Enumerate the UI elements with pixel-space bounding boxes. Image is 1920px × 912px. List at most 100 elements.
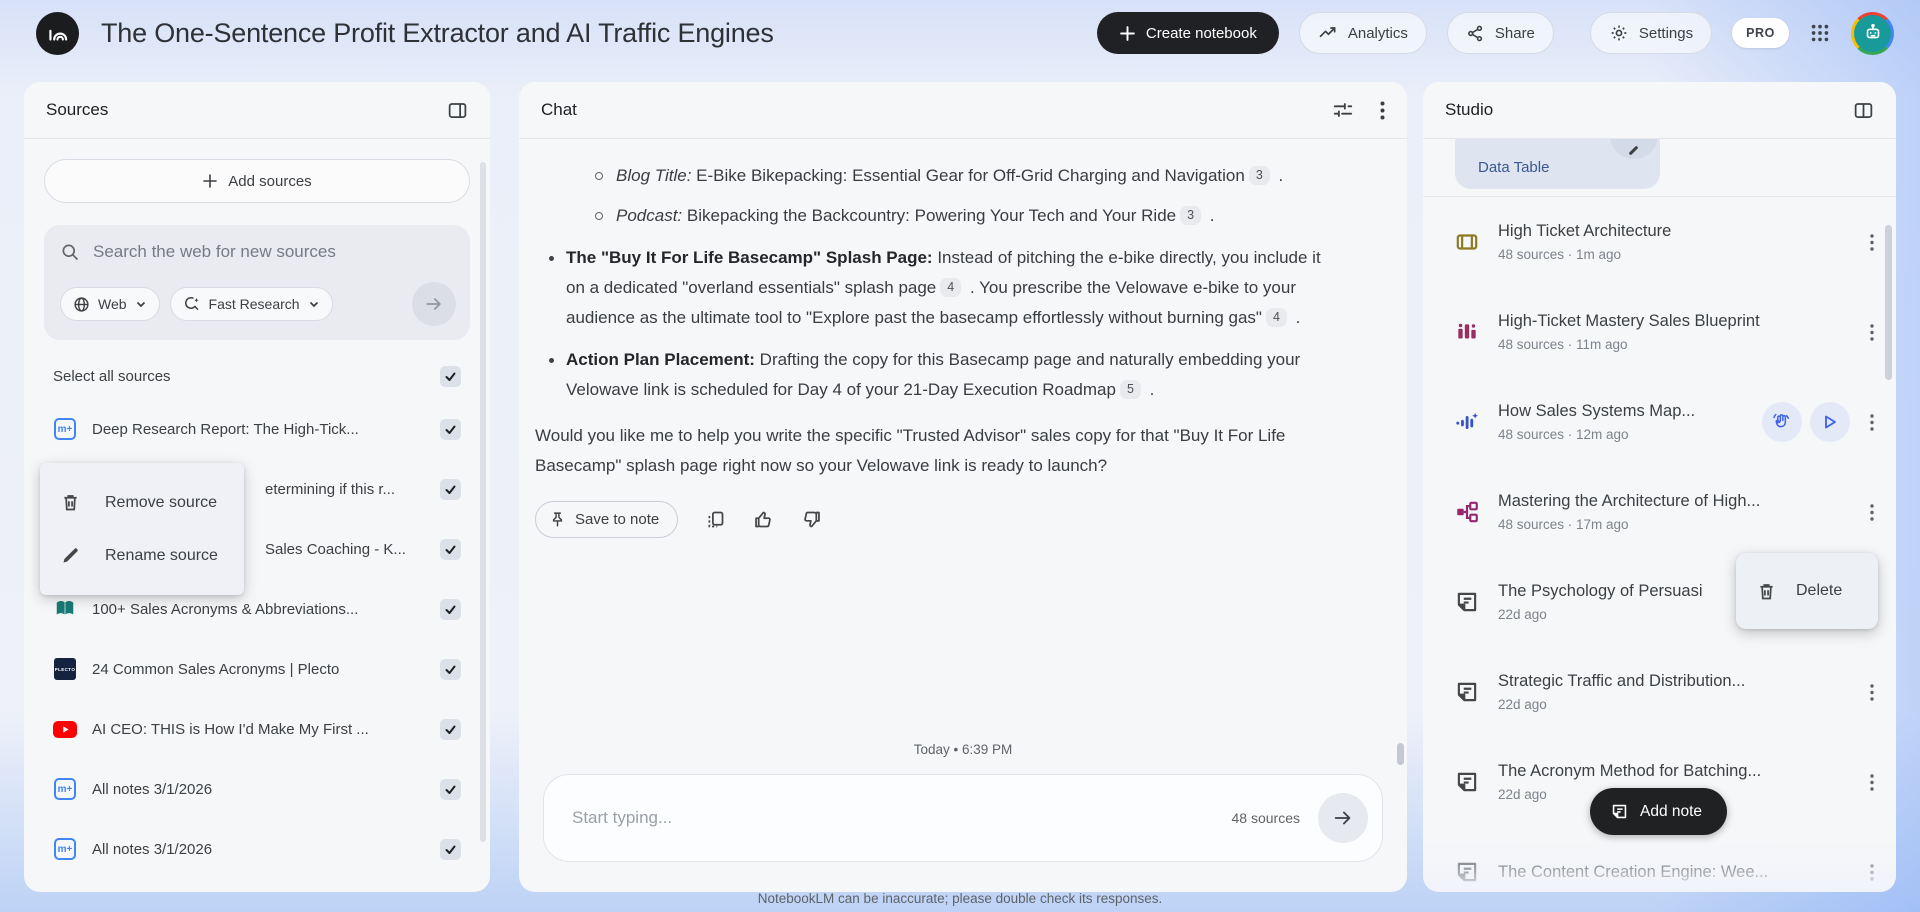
citation-chip[interactable]: 3 [1248,166,1270,185]
item-more-menu-icon[interactable] [1870,413,1874,431]
search-submit-button[interactable] [412,282,456,326]
flashcards-icon [1453,229,1481,255]
citation-chip[interactable]: 5 [1119,380,1141,399]
item-more-menu-icon[interactable] [1870,233,1874,251]
item-more-menu-icon[interactable] [1870,773,1874,791]
plecto-favicon-icon: PLECTO [53,657,77,681]
thumbs-down-icon[interactable] [801,509,822,530]
report-bars-icon [1453,319,1481,345]
item-more-menu-icon[interactable] [1870,863,1874,881]
notebooklm-logo-icon[interactable] [36,11,79,55]
notebook-title[interactable]: The One-Sentence Profit Extractor and AI… [101,18,774,49]
source-checkbox[interactable] [440,538,461,560]
studio-item[interactable]: The Content Creation Engine: Wee... [1423,827,1896,892]
collapse-panel-icon[interactable] [447,100,468,121]
note-icon [1453,769,1481,795]
chat-bullet: Action Plan Placement: Drafting the copy… [549,345,1347,405]
plus-icon [202,173,218,189]
trash-icon [60,492,81,513]
citation-chip[interactable]: 4 [1265,308,1287,327]
chat-message-area: Blog Title: E-Bike Bikepacking: Essentia… [519,139,1407,538]
source-row[interactable]: m+ All notes 3/1/2026 [44,819,470,879]
gear-icon [1609,23,1629,43]
web-search-box: Search the web for new sources Web Fast … [44,225,470,340]
sources-panel: Sources Add sources Search the web for n… [24,82,490,892]
search-input[interactable]: Search the web for new sources [93,242,336,262]
source-row[interactable]: m+ All notes 3/1/2026 [44,759,470,819]
chat-input[interactable]: Start typing... [572,808,1232,828]
studio-panel-title: Studio [1445,100,1494,119]
save-to-note-button[interactable]: Save to note [535,501,679,538]
thumbs-up-icon[interactable] [753,509,774,530]
send-button[interactable] [1318,793,1368,843]
chat-input-box[interactable]: Start typing... 48 sources [543,774,1383,862]
chat-scrollbar[interactable] [1397,743,1404,765]
source-checkbox[interactable] [440,658,461,680]
youtube-icon [53,717,77,741]
select-all-label: Select all sources [53,368,171,385]
select-all-checkbox[interactable] [440,366,461,387]
remove-source-menu-item[interactable]: Remove source [40,476,244,529]
chat-date-divider: Today • 6:39 PM [913,742,1013,757]
mindmap-icon [1453,499,1481,525]
delete-menu-item[interactable]: Delete [1736,553,1878,629]
source-row[interactable]: m+ Deep Research Report: The High-Tick..… [44,399,470,459]
chevron-down-icon [308,298,320,310]
note-source-icon: m+ [53,777,77,801]
research-mode-dropdown[interactable]: Fast Research [169,287,333,321]
share-icon [1466,24,1485,43]
add-sources-button[interactable]: Add sources [44,159,470,203]
play-button[interactable] [1810,402,1850,442]
source-row[interactable]: AI CEO: THIS is How I'd Make My First ..… [44,699,470,759]
share-button[interactable]: Share [1446,12,1554,54]
create-notebook-button[interactable]: Create notebook [1096,12,1279,54]
source-checkbox[interactable] [440,418,461,440]
studio-item[interactable]: How Sales Systems Map... 48 sources · 12m… [1423,377,1896,467]
source-row[interactable]: PLECTO 24 Common Sales Acronyms | Plecto [44,639,470,699]
plus-icon [1119,25,1136,42]
hollow-bullet-icon [595,212,603,220]
source-context-menu: Remove source Rename source [40,463,244,595]
note-source-icon: m+ [53,837,77,861]
search-icon [60,242,80,262]
item-more-menu-icon[interactable] [1870,323,1874,341]
web-filter-dropdown[interactable]: Web [60,287,160,321]
source-checkbox[interactable] [440,838,461,860]
hollow-bullet-icon [595,172,603,180]
pencil-icon [60,545,81,566]
trash-icon [1756,581,1777,602]
apps-grid-icon[interactable] [1809,22,1831,44]
trending-up-icon [1318,23,1338,43]
studio-scrollbar[interactable] [1885,225,1892,380]
add-note-button[interactable]: Add note [1590,788,1728,835]
note-icon [1453,679,1481,705]
item-more-menu-icon[interactable] [1870,503,1874,521]
studio-item[interactable]: High-Ticket Mastery Sales Blueprint 48 so… [1423,287,1896,377]
chat-closing-question: Would you like me to help you write the … [535,426,1286,475]
studio-item[interactable]: Strategic Traffic and Distribution... 22d… [1423,647,1896,737]
chat-settings-tune-icon[interactable] [1332,99,1354,121]
note-icon [1610,802,1629,821]
globe-icon [73,296,90,313]
source-checkbox[interactable] [440,778,461,800]
copy-icon[interactable] [705,509,726,530]
analytics-button[interactable]: Analytics [1298,12,1427,54]
pro-badge: PRO [1732,18,1789,48]
collapse-panel-icon[interactable] [1853,100,1874,121]
source-checkbox[interactable] [440,478,461,500]
avatar[interactable] [1851,11,1894,55]
citation-chip[interactable]: 3 [1180,206,1202,225]
settings-button[interactable]: Settings [1589,12,1713,54]
note-source-icon: m+ [53,417,77,441]
item-more-menu-icon[interactable] [1870,683,1874,701]
citation-chip[interactable]: 4 [940,278,962,297]
interactive-mode-button[interactable] [1762,402,1802,442]
source-checkbox[interactable] [440,598,461,620]
pin-icon [549,511,566,528]
source-checkbox[interactable] [440,718,461,740]
studio-item[interactable]: High Ticket Architecture 48 sources · 1m … [1423,197,1896,287]
rename-source-menu-item[interactable]: Rename source [40,529,244,582]
studio-item[interactable]: Mastering the Architecture of High... 48 … [1423,467,1896,557]
sources-scrollbar[interactable] [480,162,486,842]
chat-more-menu-icon[interactable] [1380,101,1385,120]
